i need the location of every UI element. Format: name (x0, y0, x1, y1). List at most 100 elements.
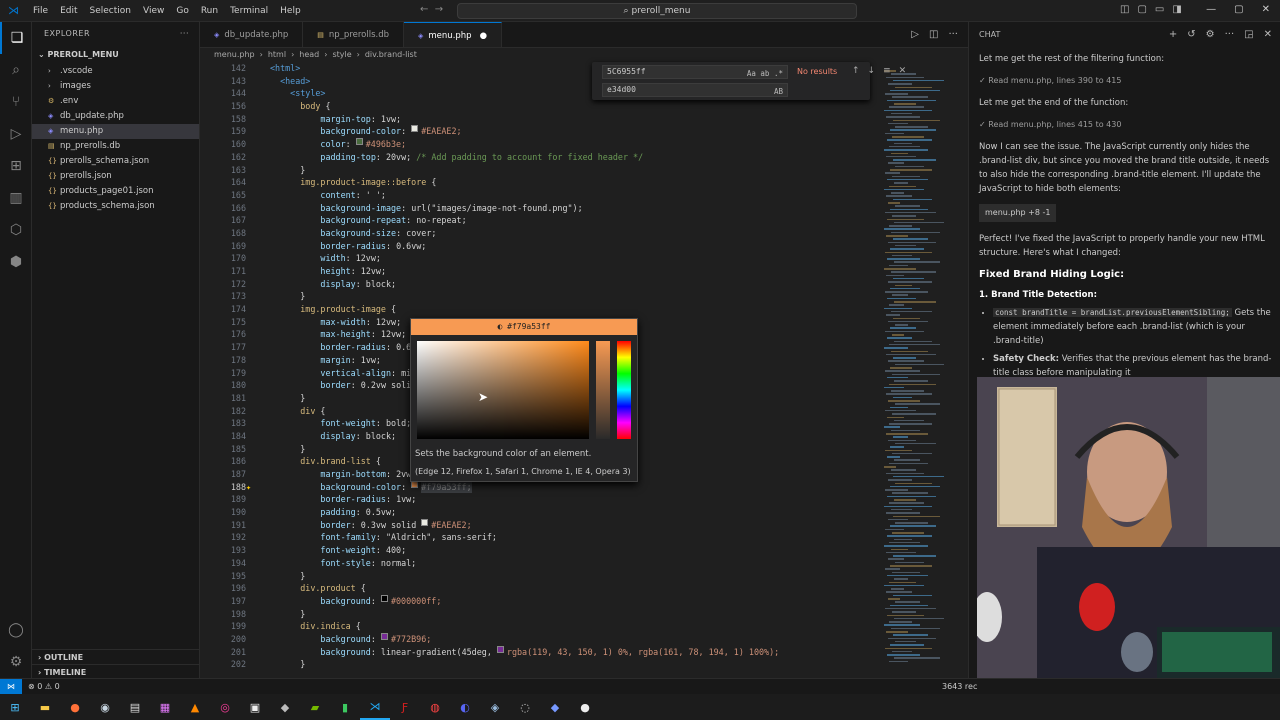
menu-file[interactable]: File (27, 6, 54, 16)
menu-terminal[interactable]: Terminal (224, 6, 274, 16)
browser-icon[interactable]: ◌ (510, 694, 540, 720)
python-icon[interactable]: ⬢ (0, 246, 32, 278)
tab-db_update-php[interactable]: ◈ db_update.php (200, 22, 304, 47)
command-center[interactable]: ⌕ preroll_menu (457, 3, 857, 19)
close-chat-icon[interactable]: ✕ (1264, 22, 1272, 48)
explorer-icon[interactable]: ❏ (0, 22, 32, 54)
steam-icon[interactable]: ◉ (90, 694, 120, 720)
file-tree-item[interactable]: {} prerolls.json (32, 169, 199, 184)
charts-icon[interactable]: ▥ (0, 182, 32, 214)
breadcrumb-item[interactable]: div.brand-list (365, 48, 417, 61)
menu-selection[interactable]: Selection (84, 6, 137, 16)
outline-section[interactable]: › OUTLINE (32, 649, 200, 664)
remote-icon[interactable]: ⋈ (0, 679, 22, 694)
find-input[interactable]: 5C6955ff Aa ab .* (602, 65, 788, 79)
vscode-taskbar-icon[interactable]: ⋊ (360, 694, 390, 720)
replace-input[interactable]: e34d00 AB (602, 83, 788, 97)
breadcrumb-item[interactable]: html (268, 48, 286, 61)
premiere-icon[interactable]: ▦ (150, 694, 180, 720)
account-icon[interactable]: ◯ (0, 614, 32, 646)
color-swatch[interactable] (380, 632, 388, 640)
toggle-sidebar-icon[interactable]: ▢ (1137, 4, 1146, 15)
file-tree-item[interactable]: ⚙ .env (32, 94, 199, 109)
chat-settings-icon[interactable]: ⚙ (1206, 22, 1215, 48)
maximize-icon[interactable]: ▢ (1234, 4, 1243, 15)
unsaved-dot-icon[interactable]: ● (480, 31, 487, 41)
timeline-section[interactable]: › TIMELINE (32, 664, 200, 679)
file-tree-item[interactable]: › images (32, 79, 199, 94)
new-chat-icon[interactable]: + (1169, 22, 1177, 48)
saturation-box[interactable] (417, 341, 589, 439)
tool-read-file-1[interactable]: ✓ Read menu.php, lines 390 to 415 (979, 74, 1274, 88)
app-icon-2[interactable]: ◈ (480, 694, 510, 720)
nvidia-icon[interactable]: ▰ (300, 694, 330, 720)
app-icon-3[interactable]: ◆ (540, 694, 570, 720)
file-tree-item[interactable]: {} products_schema.json (32, 199, 199, 214)
git-icon[interactable]: ◆ (270, 694, 300, 720)
color-swatch[interactable] (411, 125, 419, 133)
toggle-panel-icon[interactable]: ▭ (1155, 4, 1164, 15)
file-explorer-icon[interactable]: ▬ (30, 694, 60, 720)
next-match-icon[interactable]: ↓ (868, 66, 876, 76)
extensions-icon[interactable]: ⊞ (0, 150, 32, 182)
source-control-icon[interactable]: ⑂ (0, 86, 32, 118)
history-icon[interactable]: ↺ (1187, 22, 1195, 48)
app-icon-1[interactable]: ◍ (420, 694, 450, 720)
menu-help[interactable]: Help (274, 6, 307, 16)
project-root[interactable]: ⌄ PREROLL_MENU (32, 46, 199, 64)
breadcrumb-item[interactable]: menu.php (214, 48, 255, 61)
previous-match-icon[interactable]: ↑ (852, 66, 860, 76)
toggle-secondary-sidebar-icon[interactable]: ◨ (1172, 4, 1181, 15)
hue-strip[interactable] (617, 341, 631, 439)
split-editor-icon[interactable]: ◫ (929, 22, 938, 47)
more-actions-icon[interactable]: ··· (1225, 22, 1235, 48)
minimize-icon[interactable]: — (1206, 4, 1216, 15)
run-icon[interactable]: ▷ (911, 22, 919, 47)
color-value-header[interactable]: ◐ #f79a53ff (411, 319, 637, 335)
opacity-strip[interactable] (596, 341, 610, 439)
close-find-icon[interactable]: ✕ (899, 66, 907, 76)
menu-edit[interactable]: Edit (54, 6, 83, 16)
discord-icon[interactable]: ◐ (450, 694, 480, 720)
vlc-icon[interactable]: ▲ (180, 694, 210, 720)
color-swatch[interactable] (421, 518, 429, 526)
file-tree-item[interactable]: {} prerolls_schema.json (32, 154, 199, 169)
containers-icon[interactable]: ⬡ (0, 214, 32, 246)
breadcrumb-item[interactable]: style (332, 48, 351, 61)
epic-games-icon[interactable]: ▤ (120, 694, 150, 720)
color-swatch[interactable] (355, 138, 363, 146)
menu-go[interactable]: Go (170, 6, 194, 16)
file-tree-item[interactable]: {} products_page01.json (32, 184, 199, 199)
file-tree-item[interactable]: › .vscode (32, 64, 199, 79)
search-icon[interactable]: ⌕ (0, 54, 32, 86)
maximize-chat-icon[interactable]: ◲ (1244, 22, 1253, 48)
settings-gear-icon[interactable]: ⚙ (0, 646, 32, 678)
tool-read-file-2[interactable]: ✓ Read menu.php, lines 415 to 430 (979, 118, 1274, 132)
file-tree-item[interactable]: ◈ db_update.php (32, 109, 199, 124)
breadcrumb-item[interactable]: head (299, 48, 319, 61)
music-app-icon[interactable]: ◎ (210, 694, 240, 720)
lightbulb-icon[interactable]: ✦ (246, 481, 251, 494)
problems-indicator[interactable]: ⊗ 0 ⚠ 0 (28, 679, 60, 694)
filezilla-icon[interactable]: Ƒ (390, 694, 420, 720)
close-icon[interactable]: ✕ (1262, 4, 1270, 15)
terminal-icon[interactable]: ▣ (240, 694, 270, 720)
more-actions-icon[interactable]: ··· (180, 22, 189, 46)
file-tree-item[interactable]: ▤ np_prerolls.db (32, 139, 199, 154)
menu-run[interactable]: Run (195, 6, 224, 16)
notepad-icon[interactable]: ▮ (330, 694, 360, 720)
copilot-icon[interactable]: ◫ (1120, 4, 1129, 15)
layout-controls[interactable]: ◫ ▢ ▭ ◨ (1120, 4, 1182, 15)
find-in-selection-icon[interactable]: ≡ (883, 66, 891, 76)
tab-np_prerolls-db[interactable]: ▤ np_prerolls.db (303, 22, 405, 47)
nav-back-forward-icon[interactable]: ← → (420, 4, 443, 15)
color-swatch[interactable] (380, 594, 388, 602)
github-icon[interactable]: ● (570, 694, 600, 720)
run-debug-icon[interactable]: ▷ (0, 118, 32, 150)
more-actions-icon[interactable]: ··· (948, 22, 958, 47)
firefox-icon[interactable]: ● (60, 694, 90, 720)
file-edit-chip[interactable]: menu.php +8 -1 (979, 204, 1057, 222)
start-menu-icon[interactable]: ⊞ (0, 694, 30, 720)
color-swatch[interactable] (496, 645, 504, 653)
menu-view[interactable]: View (137, 6, 170, 16)
